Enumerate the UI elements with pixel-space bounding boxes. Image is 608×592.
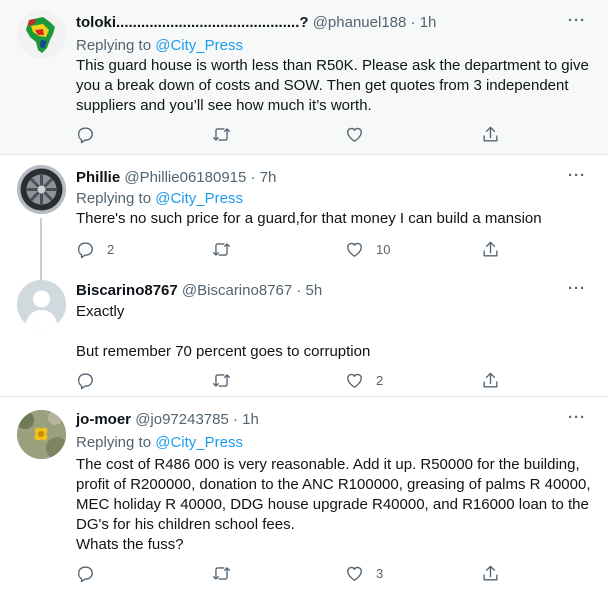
replying-to-label: Replying to	[76, 37, 152, 54]
share-button[interactable]	[481, 563, 500, 583]
more-options-icon[interactable]: ···	[568, 166, 586, 186]
tweet-text: There's no such price for a guard,for th…	[76, 210, 542, 227]
reply-button[interactable]: 2	[76, 239, 114, 259]
car-wheel-avatar-image	[17, 165, 66, 214]
flower-avatar-image	[17, 410, 66, 459]
mention-link[interactable]: @City_Press	[155, 37, 243, 54]
tweet-text: Exactly But remember 70 percent goes to …	[76, 303, 371, 360]
like-button[interactable]: 2	[345, 370, 383, 390]
africa-flag-avatar-image	[17, 10, 66, 59]
separator-dot: ·	[250, 169, 256, 186]
mention-link[interactable]: @City_Press	[155, 190, 243, 207]
like-count: 3	[376, 565, 384, 581]
reply-button[interactable]	[76, 563, 107, 583]
timestamp[interactable]: 1h	[242, 411, 259, 428]
share-icon	[483, 372, 498, 388]
retweet-icon	[212, 242, 231, 256]
share-icon	[483, 241, 498, 257]
tweet-text: This guard house is worth less than R50K…	[76, 57, 589, 114]
user-handle[interactable]: @phanuel188	[313, 14, 407, 31]
timestamp[interactable]: 7h	[260, 169, 277, 186]
retweet-icon	[212, 127, 231, 141]
share-button[interactable]	[481, 239, 500, 259]
retweet-icon	[212, 566, 231, 580]
like-button[interactable]: 10	[345, 239, 390, 259]
retweet-icon	[212, 373, 231, 387]
replying-to-label: Replying to	[76, 434, 152, 451]
like-button[interactable]	[345, 124, 376, 144]
separator-dot: ·	[296, 282, 302, 299]
more-options-icon[interactable]: ···	[568, 11, 586, 31]
reply-button[interactable]	[76, 124, 107, 144]
reply-count: 2	[107, 241, 115, 257]
replying-to: Replying to @City_Press	[76, 189, 243, 209]
user-handle[interactable]: @Biscarino8767	[182, 282, 292, 299]
reply-icon	[78, 241, 93, 258]
avatar[interactable]	[17, 165, 66, 214]
separator-dot: ·	[410, 14, 416, 31]
more-options-icon[interactable]: ···	[568, 408, 586, 428]
heart-icon	[347, 566, 362, 581]
like-count: 2	[376, 372, 384, 388]
heart-icon	[347, 127, 362, 142]
tweet-text: The cost of R486 000 is very reasonable.…	[76, 456, 591, 553]
mention-link[interactable]: @City_Press	[155, 434, 243, 451]
retweet-button[interactable]	[212, 563, 243, 583]
tweet-header: toloki..................................…	[76, 13, 436, 33]
heart-icon	[347, 373, 362, 388]
display-name[interactable]: Phillie	[76, 169, 120, 186]
retweet-button[interactable]	[212, 124, 243, 144]
avatar[interactable]	[17, 280, 66, 329]
timestamp[interactable]: 5h	[306, 282, 323, 299]
like-button[interactable]: 3	[345, 563, 383, 583]
tweet-header: jo-moer @jo97243785 · 1h	[76, 410, 259, 430]
display-name[interactable]: jo-moer	[76, 411, 131, 428]
like-count: 10	[376, 241, 391, 257]
reply-icon	[78, 565, 93, 582]
user-handle[interactable]: @jo97243785	[135, 411, 229, 428]
tweet[interactable]: toloki..................................…	[0, 0, 608, 154]
tweet[interactable]: jo-moer @jo97243785 · 1h ··· Replying to…	[0, 397, 608, 592]
avatar[interactable]	[17, 10, 66, 59]
tweet-header: Phillie @Phillie06180915 · 7h	[76, 168, 276, 188]
replying-to: Replying to @City_Press	[76, 433, 243, 453]
replying-to-label: Replying to	[76, 190, 152, 207]
share-icon	[483, 126, 498, 142]
retweet-button[interactable]	[212, 370, 243, 390]
share-button[interactable]	[481, 124, 500, 144]
avatar[interactable]	[17, 410, 66, 459]
reply-button[interactable]	[76, 370, 107, 390]
retweet-button[interactable]	[212, 239, 243, 259]
separator-dot: ·	[233, 411, 238, 428]
tweet[interactable]: Biscarino8767 @Biscarino8767 · 5h ··· Ex…	[0, 270, 608, 394]
more-options-icon[interactable]: ···	[568, 279, 586, 299]
default-profile-avatar-image	[17, 280, 66, 329]
share-icon	[483, 565, 498, 581]
user-handle[interactable]: @Phillie06180915	[124, 169, 246, 186]
tweet[interactable]: Phillie @Phillie06180915 · 7h ··· Replyi…	[0, 155, 608, 285]
reply-icon	[78, 126, 93, 143]
timestamp[interactable]: 1h	[420, 14, 437, 31]
display-name[interactable]: Biscarino8767	[76, 282, 178, 299]
heart-icon	[347, 242, 362, 257]
tweet-header: Biscarino8767 @Biscarino8767 · 5h	[76, 281, 322, 301]
reply-icon	[78, 372, 93, 389]
share-button[interactable]	[481, 370, 500, 390]
display-name[interactable]: toloki..................................…	[76, 14, 309, 31]
replying-to: Replying to @City_Press	[76, 36, 243, 56]
